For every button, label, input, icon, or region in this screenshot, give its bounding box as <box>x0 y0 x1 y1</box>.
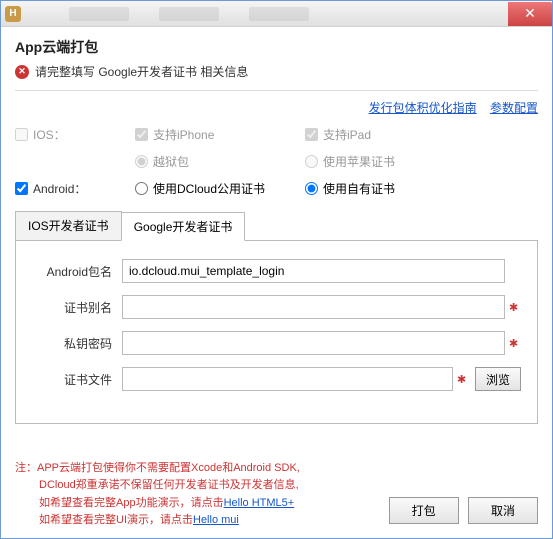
package-label: Android包名 <box>32 263 122 280</box>
cert-tabset: IOS开发者证书 Google开发者证书 Android包名 证书别名 ✱ 私钥… <box>15 211 538 424</box>
ios-label: IOS： <box>33 126 66 143</box>
dcloud-cert-radio[interactable]: 使用DCloud公用证书 <box>135 180 305 197</box>
tab-panel-google: Android包名 证书别名 ✱ 私钥密码 ✱ 证书文件 ✱ <box>15 241 538 424</box>
ios-checkbox[interactable]: IOS： <box>15 126 135 143</box>
footer-buttons: 打包 取消 <box>383 497 538 530</box>
param-config-link[interactable]: 参数配置 <box>490 101 538 115</box>
top-links: 发行包体积优化指南 参数配置 <box>15 99 538 116</box>
note-line4: 如希望查看完整UI演示，请点击 <box>39 514 193 526</box>
alias-label: 证书别名 <box>32 299 122 316</box>
tab-google-cert[interactable]: Google开发者证书 <box>121 212 246 241</box>
tab-list: IOS开发者证书 Google开发者证书 <box>15 211 538 241</box>
footer: 注：APP云端打包使得你不需要配置Xcode和Android SDK, DClo… <box>15 460 538 530</box>
required-icon: ✱ <box>457 373 469 386</box>
titlebar-blur <box>29 7 309 21</box>
android-checkbox[interactable]: Android： <box>15 180 135 197</box>
app-icon: H <box>5 6 21 22</box>
optimize-guide-link[interactable]: 发行包体积优化指南 <box>369 101 477 115</box>
pkkey-input[interactable] <box>122 331 505 355</box>
content-area: App云端打包 ✕ 请完整填写 Google开发者证书 相关信息 发行包体积优化… <box>1 27 552 434</box>
alias-input[interactable] <box>122 295 505 319</box>
hello-mui-link[interactable]: Hello mui <box>193 514 239 526</box>
pkkey-label: 私钥密码 <box>32 335 122 352</box>
browse-button[interactable]: 浏览 <box>475 367 521 391</box>
note-line3: 如希望查看完整App功能演示，请点击 <box>39 497 224 509</box>
certfile-input[interactable] <box>122 367 453 391</box>
titlebar: H ✕ <box>1 1 552 27</box>
own-cert-radio[interactable]: 使用自有证书 <box>305 180 475 197</box>
required-icon: ✱ <box>509 301 521 314</box>
divider <box>15 90 538 91</box>
note-prefix: 注： <box>15 462 37 474</box>
note-line1: APP云端打包使得你不需要配置Xcode和Android SDK, <box>37 462 300 474</box>
tab-ios-cert[interactable]: IOS开发者证书 <box>15 211 122 240</box>
dcloud-cert-label: 使用DCloud公用证书 <box>153 180 265 197</box>
android-label: Android： <box>33 180 86 197</box>
apple-cert-label: 使用苹果证书 <box>323 153 395 170</box>
own-cert-label: 使用自有证书 <box>323 180 395 197</box>
certfile-label: 证书文件 <box>32 371 122 388</box>
error-icon: ✕ <box>15 65 29 79</box>
hello-html5-link[interactable]: Hello HTML5+ <box>224 497 295 509</box>
jailbreak-radio: 越狱包 <box>135 153 305 170</box>
ipad-label: 支持iPad <box>323 126 371 143</box>
dialog-window: H ✕ App云端打包 ✕ 请完整填写 Google开发者证书 相关信息 发行包… <box>0 0 553 539</box>
footer-note: 注：APP云端打包使得你不需要配置Xcode和Android SDK, DClo… <box>15 460 373 530</box>
pack-button[interactable]: 打包 <box>389 497 459 524</box>
ipad-checkbox: 支持iPad <box>305 126 475 143</box>
window-close-button[interactable]: ✕ <box>508 2 552 26</box>
apple-cert-radio: 使用苹果证书 <box>305 153 475 170</box>
error-text: 请完整填写 Google开发者证书 相关信息 <box>35 63 248 80</box>
iphone-checkbox: 支持iPhone <box>135 126 305 143</box>
iphone-label: 支持iPhone <box>153 126 214 143</box>
jailbreak-label: 越狱包 <box>153 153 189 170</box>
dialog-title: App云端打包 <box>15 37 538 57</box>
cancel-button[interactable]: 取消 <box>468 497 538 524</box>
package-input[interactable] <box>122 259 505 283</box>
note-line2: DCloud郑重承诺不保留任何开发者证书及开发者信息, <box>39 479 299 491</box>
error-message-row: ✕ 请完整填写 Google开发者证书 相关信息 <box>15 63 538 80</box>
platform-options: IOS： 支持iPhone 支持iPad 越狱包 使用苹果证书 Android：… <box>15 126 538 197</box>
required-icon: ✱ <box>509 337 521 350</box>
